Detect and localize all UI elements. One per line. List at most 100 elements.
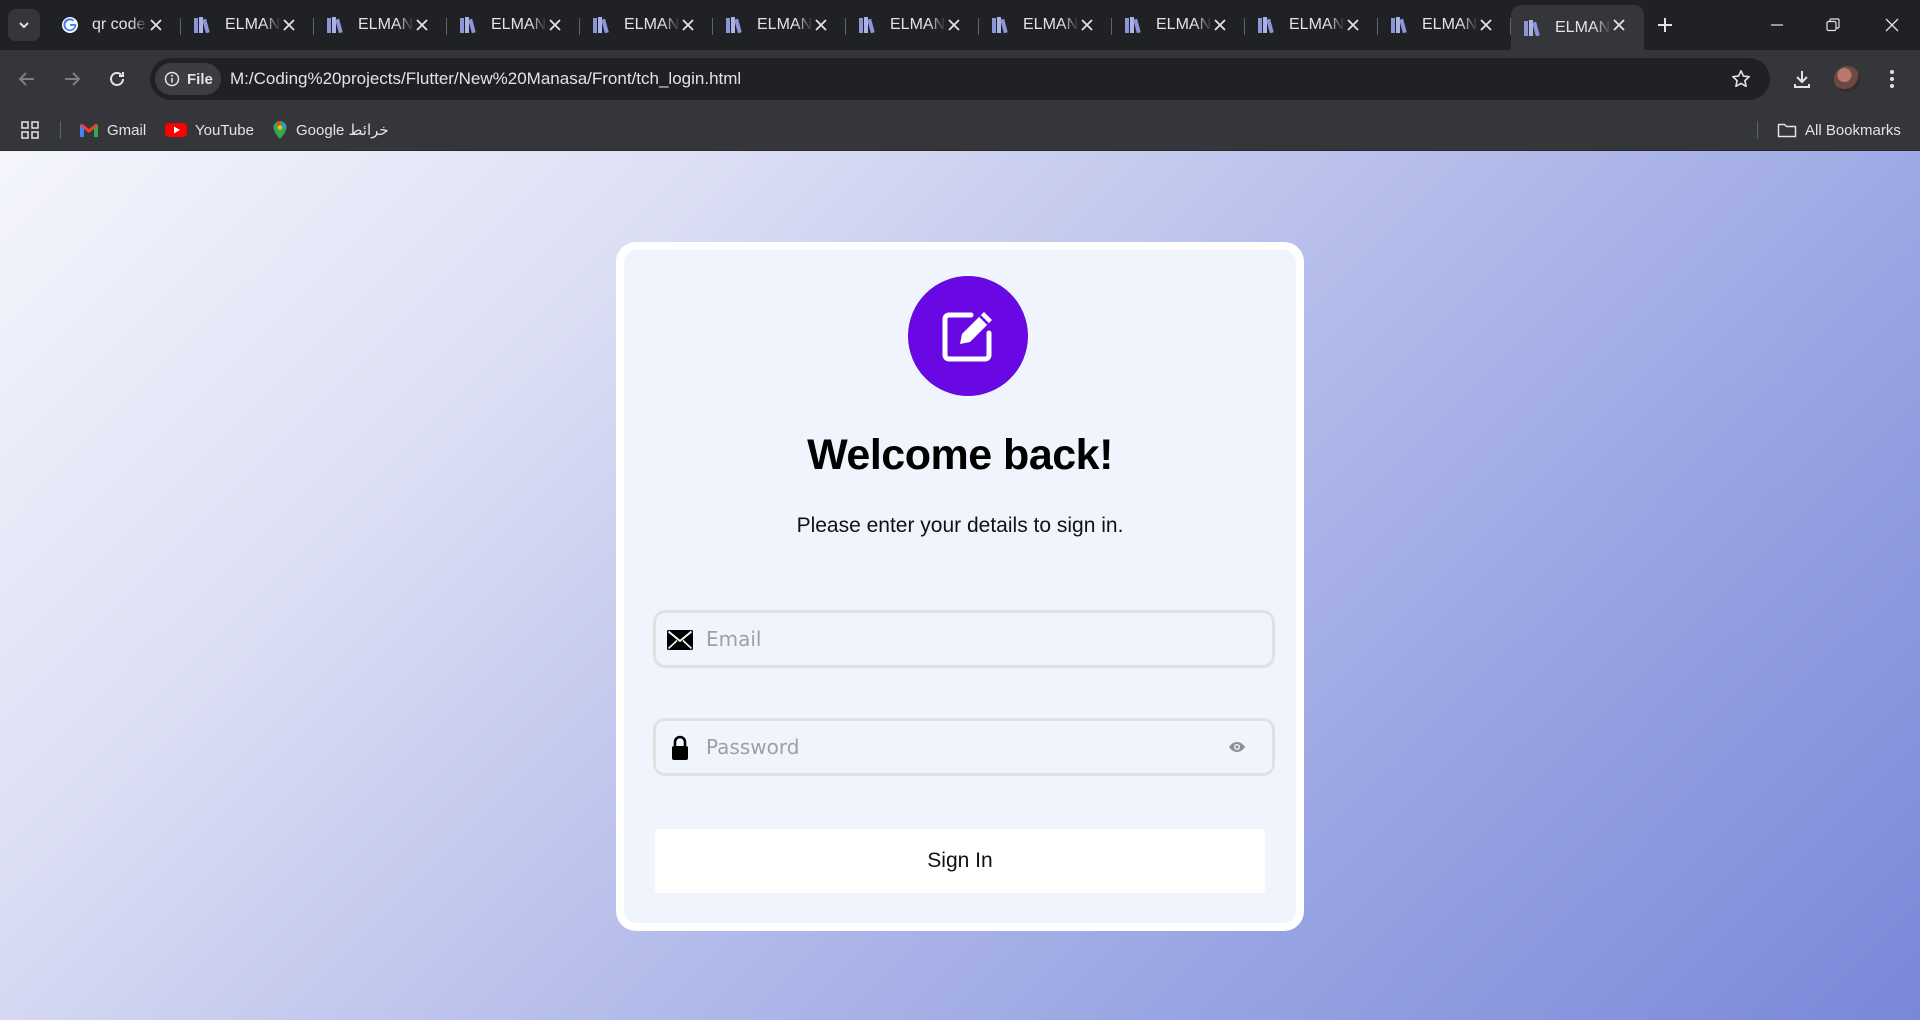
tab[interactable]: ELMANASA [1112, 5, 1245, 45]
tab-title: ELMANASA [1422, 16, 1478, 33]
books-icon [1124, 15, 1144, 35]
all-bookmarks-button[interactable]: All Bookmarks [1777, 117, 1901, 143]
tab[interactable]: ELMANASA [1245, 5, 1378, 45]
close-icon[interactable] [945, 16, 963, 34]
books-icon [459, 15, 479, 35]
tab-title: ELMANASA [225, 16, 281, 33]
tab-title: ELMANASA [624, 16, 680, 33]
plus-icon [1658, 18, 1672, 32]
books-icon [725, 15, 745, 35]
url-text[interactable]: M:/Coding%20projects/Flutter/New%20Manas… [230, 69, 741, 89]
tab[interactable]: ELMANASA [713, 5, 846, 45]
tab-active[interactable]: ELMANASA [1511, 5, 1644, 50]
arrow-left-icon [18, 72, 34, 86]
tab-title: ELMANASA [890, 16, 946, 33]
new-tab-button[interactable] [1651, 11, 1679, 39]
close-icon[interactable] [546, 16, 564, 34]
password-field [653, 718, 1275, 776]
email-input[interactable] [706, 621, 1206, 657]
tab[interactable]: ELMANASA [181, 5, 314, 45]
password-input[interactable] [706, 729, 1206, 765]
maps-icon [273, 120, 287, 139]
tab-title: ELMANASA [1023, 16, 1079, 33]
tab-search-button[interactable] [8, 9, 40, 41]
eye-icon[interactable] [1226, 738, 1248, 756]
close-icon[interactable] [1211, 16, 1229, 34]
login-card: Welcome back! Please enter your details … [616, 242, 1304, 931]
bookmark-maps[interactable]: Google خرائط [272, 117, 389, 143]
tab-title: qr code [92, 16, 146, 33]
bookmark-label: Google خرائط [296, 122, 389, 139]
tab[interactable]: ELMANASA [1378, 5, 1511, 45]
avatar [1834, 66, 1860, 92]
lock-icon [666, 734, 694, 762]
tab[interactable]: ELMANASA [580, 5, 713, 45]
folder-icon [1777, 123, 1797, 138]
tab-strip: qr code ELMANASA ELMANASA ELMANASA ELMAN… [0, 0, 1920, 50]
envelope-icon [666, 626, 694, 654]
restore-button[interactable] [1805, 0, 1861, 50]
tab[interactable]: qr code [48, 5, 181, 45]
logo-badge [908, 276, 1028, 396]
close-icon[interactable] [1078, 16, 1096, 34]
close-icon[interactable] [812, 16, 830, 34]
books-icon [991, 15, 1011, 35]
site-info-chip[interactable]: File [155, 63, 221, 95]
page-title: Welcome back! [807, 431, 1113, 479]
close-icon[interactable] [1344, 16, 1362, 34]
close-icon[interactable] [147, 16, 165, 34]
bookmark-label: YouTube [195, 121, 254, 139]
page-background: Welcome back! Please enter your details … [0, 151, 1920, 1020]
forward-button[interactable] [56, 63, 88, 95]
email-field [653, 610, 1275, 668]
tab-title: ELMANASA [1156, 16, 1212, 33]
browser-toolbar: File M:/Coding%20projects/Flutter/New%20… [0, 50, 1920, 108]
tab[interactable]: ELMANASA [979, 5, 1112, 45]
info-icon [164, 71, 180, 87]
close-icon[interactable] [413, 16, 431, 34]
tab-title: ELMANASA [1555, 18, 1611, 36]
downloads-button[interactable] [1786, 63, 1818, 95]
bookmark-gmail[interactable]: Gmail [79, 117, 146, 143]
close-icon[interactable] [679, 16, 697, 34]
address-bar[interactable]: File M:/Coding%20projects/Flutter/New%20… [150, 58, 1770, 100]
sign-in-button[interactable]: Sign In [655, 829, 1265, 893]
books-icon [592, 15, 612, 35]
tab-title: ELMANASA [358, 16, 414, 33]
page-subtitle: Please enter your details to sign in. [796, 514, 1124, 537]
tab-title: ELMANASA [491, 16, 547, 33]
download-icon [1794, 71, 1810, 88]
minimize-icon [1771, 24, 1783, 26]
menu-button[interactable] [1876, 63, 1908, 95]
tab[interactable]: ELMANASA [447, 5, 580, 45]
apps-button[interactable] [21, 117, 39, 143]
tab[interactable]: ELMANASA [314, 5, 447, 45]
edit-icon [942, 312, 992, 362]
books-icon [1390, 15, 1410, 35]
books-icon [858, 15, 878, 35]
bookmark-youtube[interactable]: YouTube [165, 117, 254, 143]
tab-list: qr code ELMANASA ELMANASA ELMANASA ELMAN… [48, 5, 1644, 50]
books-icon [1523, 18, 1543, 38]
minimize-button[interactable] [1749, 0, 1805, 50]
apps-grid-icon [21, 121, 39, 139]
tab[interactable]: ELMANASA [846, 5, 979, 45]
bookmark-star-button[interactable] [1730, 68, 1752, 90]
close-icon[interactable] [1477, 16, 1495, 34]
close-icon[interactable] [1610, 16, 1628, 34]
profile-button[interactable] [1831, 63, 1863, 95]
reload-button[interactable] [101, 63, 133, 95]
google-icon [60, 15, 80, 35]
reload-icon [110, 72, 124, 86]
bookmark-label: Gmail [107, 121, 147, 139]
gmail-icon [80, 123, 98, 137]
close-icon[interactable] [280, 16, 298, 34]
more-vert-icon [1890, 70, 1894, 88]
bookmarks-bar: Gmail YouTube Google خرائط All Bookmarks [0, 108, 1920, 151]
back-button[interactable] [11, 63, 43, 95]
tab-title: ELMANASA [757, 16, 813, 33]
site-info-label: File [187, 70, 213, 88]
close-window-button[interactable] [1864, 0, 1920, 50]
books-icon [326, 15, 346, 35]
close-icon [1885, 18, 1899, 32]
